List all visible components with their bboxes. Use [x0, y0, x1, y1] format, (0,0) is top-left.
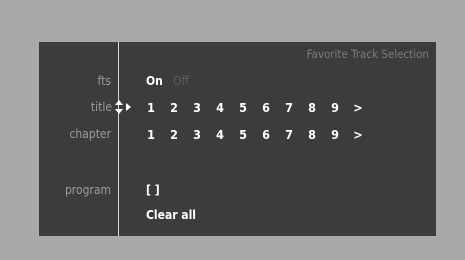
chapter-2[interactable]: 2 — [168, 127, 180, 142]
title-next-arrow[interactable]: > — [352, 100, 364, 115]
title-3[interactable]: 3 — [191, 100, 203, 115]
fts-off-option[interactable]: Off — [173, 74, 189, 88]
chapter-label: chapter — [69, 127, 111, 141]
chapter-5[interactable]: 5 — [237, 127, 249, 142]
chapter-7[interactable]: 7 — [283, 127, 295, 142]
updown-right-arrow-icon — [115, 100, 131, 114]
clear-all-button[interactable]: Clear all — [146, 208, 196, 222]
chapter-6[interactable]: 6 — [260, 127, 272, 142]
title-2[interactable]: 2 — [168, 100, 180, 115]
title-9[interactable]: 9 — [329, 100, 341, 115]
page-title: Favorite Track Selection — [306, 47, 429, 61]
title-8[interactable]: 8 — [306, 100, 318, 115]
chapter-1[interactable]: 1 — [145, 127, 157, 142]
title-label: title — [90, 100, 112, 114]
title-1[interactable]: 1 — [145, 100, 157, 115]
program-list[interactable]: [ ] — [146, 183, 160, 197]
fts-label: fts — [97, 74, 111, 88]
chapter-9[interactable]: 9 — [329, 127, 341, 142]
chapter-8[interactable]: 8 — [306, 127, 318, 142]
label-divider — [118, 42, 119, 236]
program-label: program — [64, 183, 111, 197]
title-4[interactable]: 4 — [214, 100, 226, 115]
chapter-4[interactable]: 4 — [214, 127, 226, 142]
title-7[interactable]: 7 — [283, 100, 295, 115]
chapter-3[interactable]: 3 — [191, 127, 203, 142]
title-6[interactable]: 6 — [260, 100, 272, 115]
chapter-next-arrow[interactable]: > — [352, 127, 364, 142]
title-5[interactable]: 5 — [237, 100, 249, 115]
fts-on-option[interactable]: On — [146, 74, 163, 88]
